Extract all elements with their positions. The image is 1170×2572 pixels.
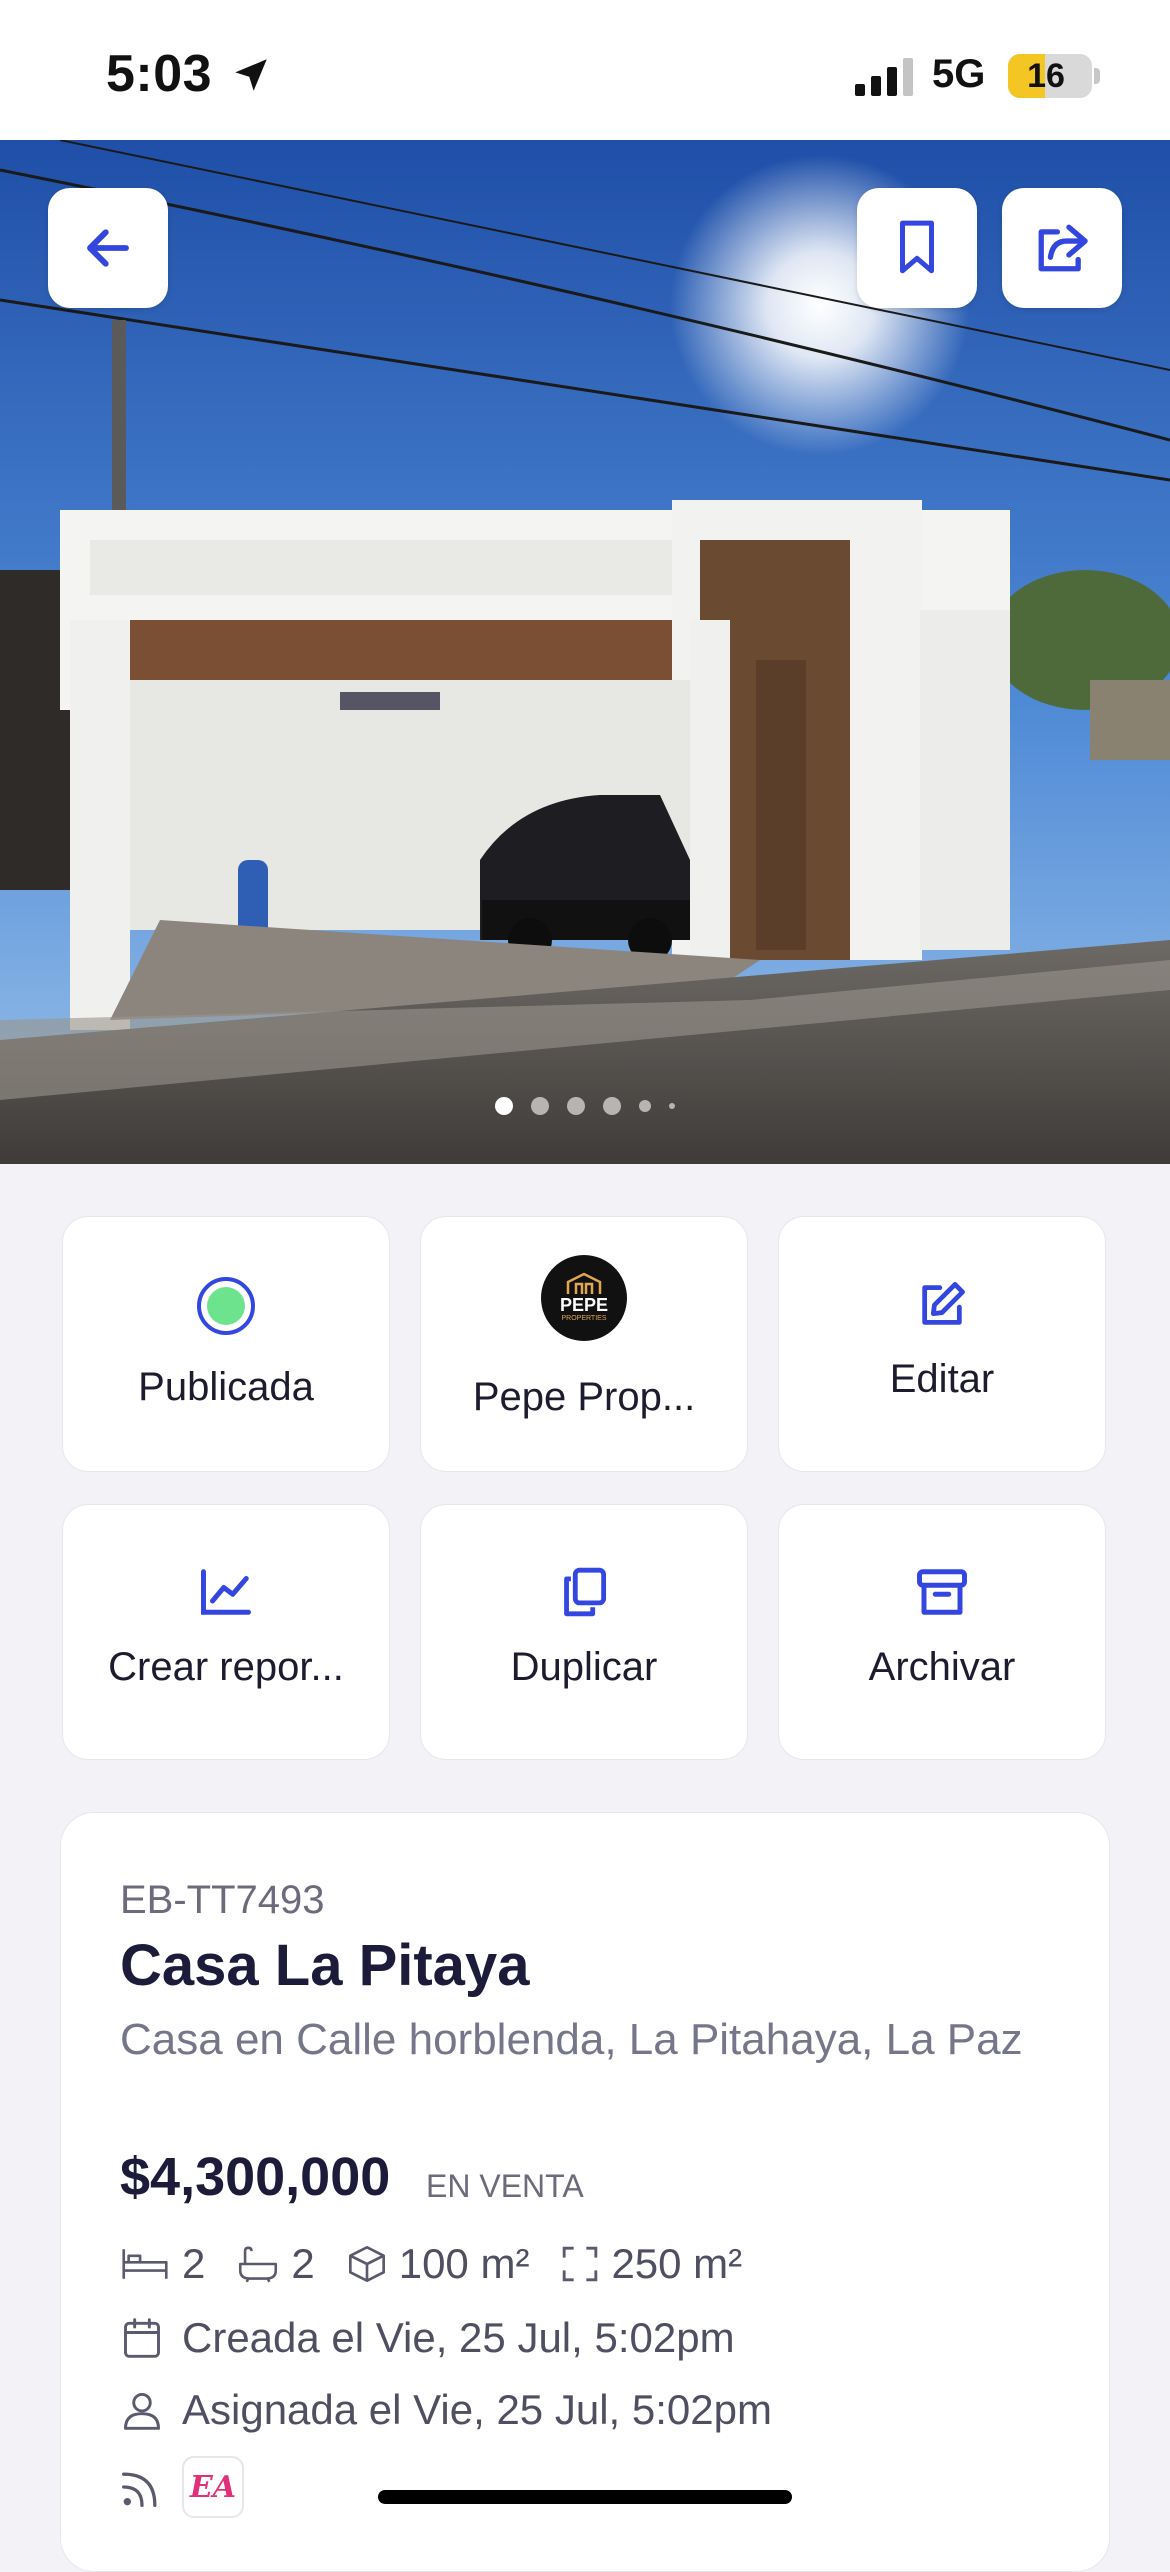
home-indicator[interactable] — [378, 2490, 792, 2504]
listing-price: $4,300,000 — [120, 2147, 391, 2207]
share-button[interactable] — [1002, 188, 1122, 308]
property-photo[interactable] — [0, 140, 1170, 1164]
bedrooms-value: 2 — [182, 2240, 206, 2287]
bed-icon — [122, 2249, 168, 2279]
agency-logo-subtext: PROPERTIES — [561, 1315, 607, 1322]
lot-area: 250 m² — [561, 2240, 742, 2288]
bedrooms: 2 — [120, 2240, 205, 2288]
bathtub-icon — [239, 2246, 278, 2283]
agency-card[interactable]: PEPE PROPERTIES Pepe Prop... — [420, 1216, 748, 1472]
card-label: Publicada — [138, 1365, 314, 1409]
lot-size-icon — [563, 2246, 598, 2282]
built-area: 100 m² — [347, 2240, 530, 2288]
chart-icon — [201, 1569, 251, 1615]
status-dot-icon — [197, 1277, 255, 1335]
listing-status: EN VENTA — [426, 2168, 584, 2204]
listing-title: Casa La Pitaya — [120, 1933, 530, 1998]
carousel-dot[interactable] — [603, 1097, 621, 1115]
status-card-publicada[interactable]: Publicada — [62, 1216, 390, 1472]
network-type: 5G — [932, 52, 986, 96]
cube-icon — [348, 2246, 385, 2282]
battery-cap — [1094, 68, 1100, 84]
back-button[interactable] — [48, 188, 168, 308]
carousel-indicator[interactable] — [0, 1094, 1170, 1118]
listing-code: EB-TT7493 — [120, 1878, 325, 1922]
user-icon — [124, 2392, 160, 2430]
card-label: Pepe Prop... — [472, 1375, 696, 1419]
edit-button[interactable]: Editar — [778, 1216, 1106, 1472]
agency-logo-text: PEPE — [559, 1295, 609, 1315]
card-label: Duplicar — [510, 1645, 658, 1689]
syndication-row: EA — [120, 2456, 244, 2518]
location-arrow-icon — [235, 59, 267, 91]
calendar-icon — [124, 2318, 160, 2358]
carousel-dot[interactable] — [531, 1097, 549, 1115]
bathrooms-value: 2 — [291, 2240, 315, 2287]
archive-button[interactable]: Archivar — [778, 1504, 1106, 1760]
carousel-dot[interactable] — [567, 1097, 585, 1115]
assigned-date: Asignada el Vie, 25 Jul, 5:02pm — [120, 2382, 772, 2438]
house-photo-image — [0, 140, 1170, 1164]
lot-area-value: 250 m² — [611, 2240, 743, 2287]
portal-badge[interactable]: EA — [182, 2456, 244, 2518]
bookmark-button[interactable] — [857, 188, 977, 308]
signal-icon — [855, 58, 913, 96]
created-text: Creada el Vie, 25 Jul, 5:02pm — [182, 2314, 735, 2361]
edit-icon — [922, 1282, 965, 1325]
status-time: 5:03 — [106, 45, 213, 103]
card-label: Archivar — [868, 1645, 1016, 1689]
share-icon — [1038, 224, 1088, 272]
archive-icon — [917, 1569, 967, 1615]
duplicate-button[interactable]: Duplicar — [420, 1504, 748, 1760]
carousel-dot[interactable] — [495, 1097, 513, 1115]
carousel-dot[interactable] — [639, 1100, 651, 1112]
built-area-value: 100 m² — [398, 2240, 530, 2287]
create-report-button[interactable]: Crear repor... — [62, 1504, 390, 1760]
carousel-dot[interactable] — [669, 1103, 675, 1109]
house-logo-icon — [566, 1272, 602, 1294]
feature-row: 2 2 100 m² 250 m² — [120, 2236, 774, 2292]
created-date: Creada el Vie, 25 Jul, 5:02pm — [120, 2310, 735, 2366]
rss-feed-icon — [122, 2472, 157, 2507]
battery-level: 16 — [1027, 57, 1065, 95]
card-label: Editar — [889, 1357, 995, 1401]
arrow-left-icon — [87, 229, 129, 267]
card-label: Crear repor... — [108, 1645, 344, 1689]
agency-logo: PEPE PROPERTIES — [541, 1255, 627, 1341]
battery-icon: 16 — [1008, 54, 1092, 98]
status-bar: 5:03 5G 16 — [0, 0, 1170, 140]
duplicate-icon — [564, 1567, 607, 1617]
bookmark-icon — [900, 220, 934, 274]
assigned-text: Asignada el Vie, 25 Jul, 5:02pm — [182, 2386, 772, 2433]
bathrooms: 2 — [237, 2240, 315, 2288]
listing-address: Casa en Calle horblenda, La Pitahaya, La… — [120, 2015, 1023, 2064]
